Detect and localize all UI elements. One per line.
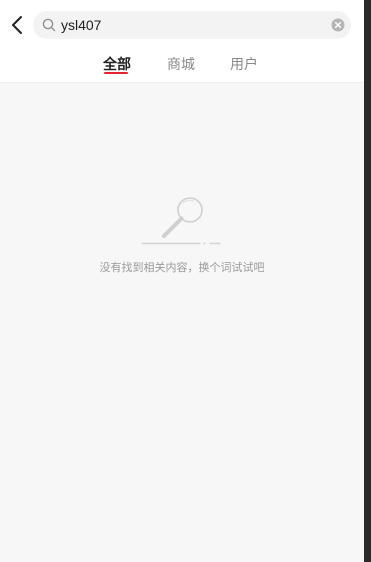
clear-search-icon[interactable] xyxy=(331,18,345,32)
result-tabs: 全部 商城 用户 xyxy=(0,50,364,80)
magnifier-illustration-icon xyxy=(141,197,221,245)
chevron-left-icon xyxy=(12,16,22,34)
search-header: 全部 商城 用户 xyxy=(0,0,364,83)
back-button[interactable] xyxy=(6,12,28,38)
search-bar[interactable] xyxy=(33,11,351,39)
tab-mall[interactable]: 商城 xyxy=(167,54,195,78)
search-input[interactable] xyxy=(61,11,326,39)
search-results-screen: 全部 商城 用户 没有找到相关内容，换个词试试吧 xyxy=(0,0,364,562)
active-tab-indicator xyxy=(104,72,128,74)
tab-all[interactable]: 全部 xyxy=(103,54,131,78)
empty-state-message: 没有找到相关内容，换个词试试吧 xyxy=(99,261,265,274)
window-edge xyxy=(364,0,371,562)
search-icon xyxy=(42,18,56,32)
tab-users[interactable]: 用户 xyxy=(230,54,258,78)
